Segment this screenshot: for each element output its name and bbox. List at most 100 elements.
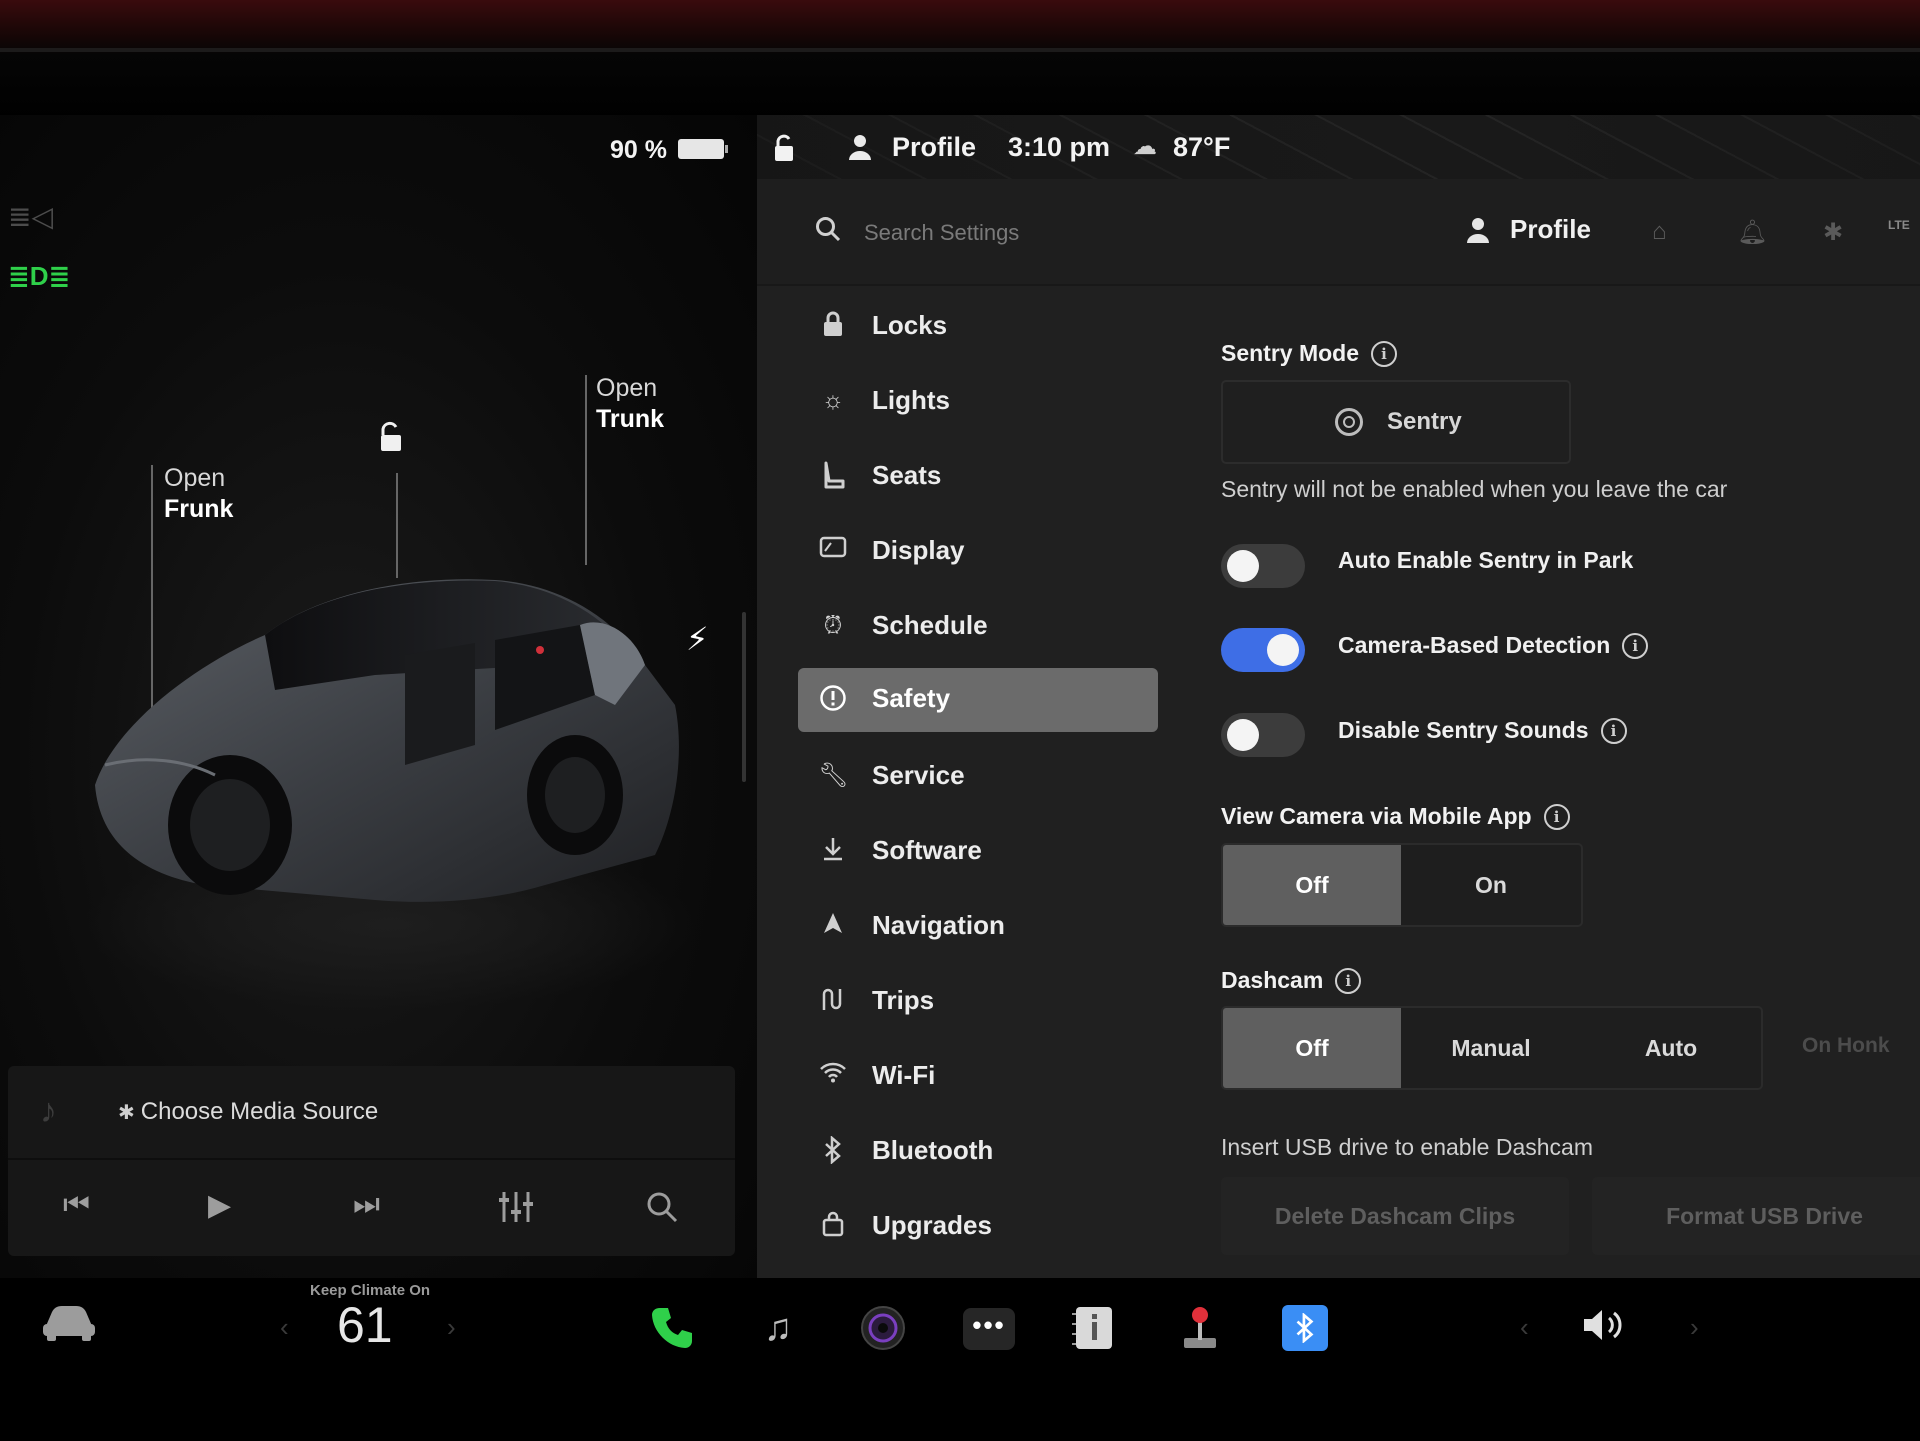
homelink-garage-icon[interactable]: ⌂ xyxy=(1652,218,1667,246)
status-profile-label[interactable]: Profile xyxy=(892,132,976,163)
wrench-icon: 🔧︎ xyxy=(818,762,849,789)
notification-bell-icon[interactable]: 🔔︎ xyxy=(1737,218,1767,247)
nav-item-wifi[interactable]: Wi-Fi xyxy=(798,1045,1158,1109)
fog-light-indicator-icon: ≣D≣ xyxy=(8,261,71,291)
play-icon[interactable]: ▶ xyxy=(208,1188,231,1223)
auto-enable-sentry-toggle[interactable] xyxy=(1221,544,1305,588)
dashcam-on-honk-option[interactable]: On Honk xyxy=(1802,1034,1890,1058)
car-controls-icon[interactable] xyxy=(40,1300,98,1344)
nav-item-seats[interactable]: Seats xyxy=(798,445,1158,509)
temp-decrease-chevron-icon[interactable]: ‹ xyxy=(280,1312,289,1343)
screen: 90 % ≣◁ ≣D≣ Open Frunk Open Trunk ⚡ ♪ ✱ … xyxy=(0,0,1920,1441)
volume-increase-chevron-icon[interactable]: › xyxy=(1690,1312,1699,1343)
nav-item-upgrades[interactable]: Upgrades xyxy=(798,1195,1158,1259)
bezel-edge xyxy=(0,48,1920,52)
dashcam-auto-option[interactable]: Auto xyxy=(1581,1008,1761,1088)
phone-icon[interactable] xyxy=(646,1302,698,1354)
open-frunk-button[interactable]: Open Frunk xyxy=(164,463,233,525)
view-camera-on-option[interactable]: On xyxy=(1401,845,1581,925)
download-icon xyxy=(818,836,848,866)
sentry-eye-icon xyxy=(1335,408,1363,436)
volume-decrease-chevron-icon[interactable]: ‹ xyxy=(1520,1312,1529,1343)
media-search-icon[interactable] xyxy=(645,1190,679,1224)
clock: 3:10 pm xyxy=(1008,132,1111,162)
cabin-temperature[interactable]: 61 xyxy=(337,1296,393,1354)
dashcam-title-text: Dashcam xyxy=(1221,967,1324,993)
info-icon[interactable]: i xyxy=(1335,968,1362,994)
sun-icon: ☼ xyxy=(822,387,844,414)
sentry-button[interactable]: Sentry xyxy=(1221,380,1571,464)
bluetooth-icon xyxy=(818,1135,848,1166)
media-source-row[interactable]: ♪ ✱ Choose Media Source xyxy=(8,1066,735,1160)
search-settings-input[interactable] xyxy=(862,214,1366,252)
display-icon xyxy=(818,536,848,566)
dashcam-title: Dashcam i xyxy=(1221,967,1362,994)
dashcam-manual-option[interactable]: Manual xyxy=(1401,1008,1581,1088)
temp-increase-chevron-icon[interactable]: › xyxy=(447,1312,456,1343)
nav-item-bluetooth[interactable]: Bluetooth xyxy=(798,1120,1158,1184)
camera-based-detection-label: Camera-Based Detection i xyxy=(1338,632,1649,659)
sentry-note: Sentry will not be enabled when you leav… xyxy=(1221,476,1728,502)
status-profile-icon[interactable] xyxy=(847,133,873,161)
nav-item-navigation[interactable]: Navigation xyxy=(798,895,1158,959)
weather-cloud-icon: ☁ xyxy=(1133,133,1157,160)
nav-label: Safety xyxy=(872,683,951,713)
unlocked-lock-status-icon[interactable] xyxy=(771,133,799,163)
arcade-joystick-icon[interactable] xyxy=(1174,1302,1226,1354)
info-icon[interactable]: i xyxy=(1371,341,1398,367)
sentry-button-label: Sentry xyxy=(1387,408,1462,435)
nav-item-software[interactable]: Software xyxy=(798,820,1158,884)
search-icon[interactable] xyxy=(815,216,841,242)
trips-icon xyxy=(818,986,848,1016)
manual-info-icon[interactable] xyxy=(1068,1302,1120,1354)
navigation-arrow-icon xyxy=(818,911,848,941)
trunk-label-line1: Open xyxy=(596,374,658,402)
alert-circle-icon xyxy=(818,684,848,714)
nav-item-display[interactable]: Display xyxy=(798,520,1158,584)
nav-item-service[interactable]: 🔧︎ Service xyxy=(798,745,1158,809)
auto-enable-sentry-label: Auto Enable Sentry in Park xyxy=(1338,547,1634,573)
charge-port-bolt-icon[interactable]: ⚡ xyxy=(686,620,708,658)
music-note-icon: ♪ xyxy=(40,1092,57,1130)
view-camera-title: View Camera via Mobile App i xyxy=(1221,803,1570,830)
nav-item-trips[interactable]: Trips xyxy=(798,970,1158,1034)
format-usb-drive-button[interactable]: Format USB Drive xyxy=(1592,1177,1920,1255)
header-profile-label[interactable]: Profile xyxy=(1510,214,1591,245)
car-panel-scrollbar[interactable] xyxy=(742,612,746,782)
camera-app-icon[interactable] xyxy=(857,1302,909,1354)
camera-based-detection-text: Camera-Based Detection xyxy=(1338,632,1611,658)
dashcam-off-option[interactable]: Off xyxy=(1223,1008,1401,1088)
nav-item-schedule[interactable]: ⏰︎ Schedule xyxy=(798,595,1158,659)
open-trunk-button[interactable]: Open Trunk xyxy=(596,373,664,435)
toggle-knob xyxy=(1227,550,1259,582)
lte-signal-icon: LTE xyxy=(1888,218,1910,232)
camera-based-detection-toggle[interactable] xyxy=(1221,628,1305,672)
nav-item-locks[interactable]: Locks xyxy=(798,295,1158,359)
nav-item-lights[interactable]: ☼ Lights xyxy=(798,370,1158,434)
more-apps-icon[interactable]: ••• xyxy=(963,1308,1015,1350)
nav-label: Display xyxy=(872,535,965,565)
info-icon[interactable]: i xyxy=(1600,718,1627,744)
toggle-knob xyxy=(1267,634,1299,666)
header-bluetooth-icon[interactable]: ✱ xyxy=(1823,218,1843,247)
music-icon[interactable]: ♫ xyxy=(752,1302,804,1354)
delete-dashcam-clips-button[interactable]: Delete Dashcam Clips xyxy=(1221,1177,1569,1255)
previous-track-icon[interactable]: ⏮ xyxy=(63,1188,90,1222)
unlocked-padlock-icon[interactable] xyxy=(373,420,407,454)
view-camera-off-option[interactable]: Off xyxy=(1223,845,1401,925)
header-profile-icon[interactable] xyxy=(1465,216,1491,244)
volume-icon[interactable] xyxy=(1580,1305,1630,1345)
equalizer-icon[interactable] xyxy=(498,1190,534,1224)
disable-sentry-sounds-toggle[interactable] xyxy=(1221,713,1305,757)
car-model-image xyxy=(95,579,679,902)
nav-item-safety[interactable]: Safety xyxy=(798,668,1158,732)
nav-label: Bluetooth xyxy=(872,1135,994,1165)
bluetooth-app-icon[interactable] xyxy=(1282,1305,1328,1351)
battery-icon xyxy=(678,139,724,159)
nav-label: Upgrades xyxy=(872,1210,992,1240)
choose-media-source[interactable]: ✱ Choose Media Source xyxy=(118,1098,378,1126)
next-track-icon[interactable]: ⏭ xyxy=(353,1188,380,1222)
info-icon[interactable]: i xyxy=(1622,633,1649,659)
nav-label: Schedule xyxy=(872,610,988,640)
info-icon[interactable]: i xyxy=(1543,804,1570,830)
